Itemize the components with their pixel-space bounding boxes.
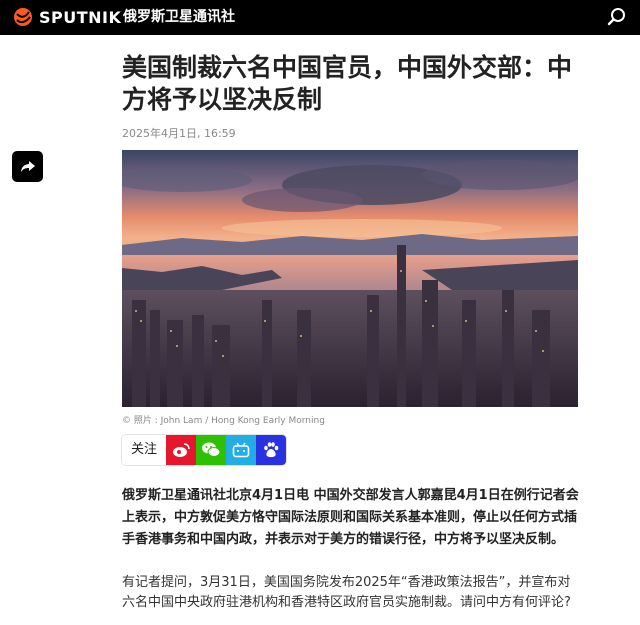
weibo-icon [173, 443, 190, 457]
logo-wordmark: SPUTNIK [39, 7, 122, 27]
wechat-icon [202, 442, 221, 457]
sputnik-logo[interactable]: SPUTNIK [12, 6, 121, 28]
search-icon[interactable] [606, 6, 628, 28]
weibo-button[interactable] [166, 435, 196, 465]
photo-caption: © 照片 : John Lam / Hong Kong Early Mornin… [122, 416, 325, 426]
article-paragraph: 有记者提问，3月31日，美国国务院发布2025年“香港政策法报告”，并宣布对六名… [122, 575, 571, 610]
article-title: 美国制裁六名中国官员，中国外交部：中方将予以坚决反制 [122, 53, 573, 114]
site-name[interactable]: 俄罗斯卫星通讯社 [123, 7, 235, 27]
publish-date: 2025年4月1日, 16:59 [122, 127, 236, 140]
share-icon [20, 160, 35, 172]
baidu-button[interactable] [256, 435, 286, 465]
article-lead: 俄罗斯卫星通讯社北京4月1日电 中国外交部发言人郭嘉昆4月1日在例行记者会上表示… [122, 488, 579, 547]
top-bar: SPUTNIK 俄罗斯卫星通讯社 [0, 0, 640, 35]
bilibili-icon [232, 442, 250, 458]
article-hero-image[interactable] [122, 150, 578, 407]
wechat-button[interactable] [196, 435, 226, 465]
bilibili-button[interactable] [226, 435, 256, 465]
follow-label: 关注 [122, 435, 166, 465]
social-follow-bar: 关注 [122, 435, 286, 465]
baidu-icon [264, 442, 279, 458]
sputnik-logo-icon [14, 8, 32, 26]
share-button[interactable] [12, 151, 43, 182]
